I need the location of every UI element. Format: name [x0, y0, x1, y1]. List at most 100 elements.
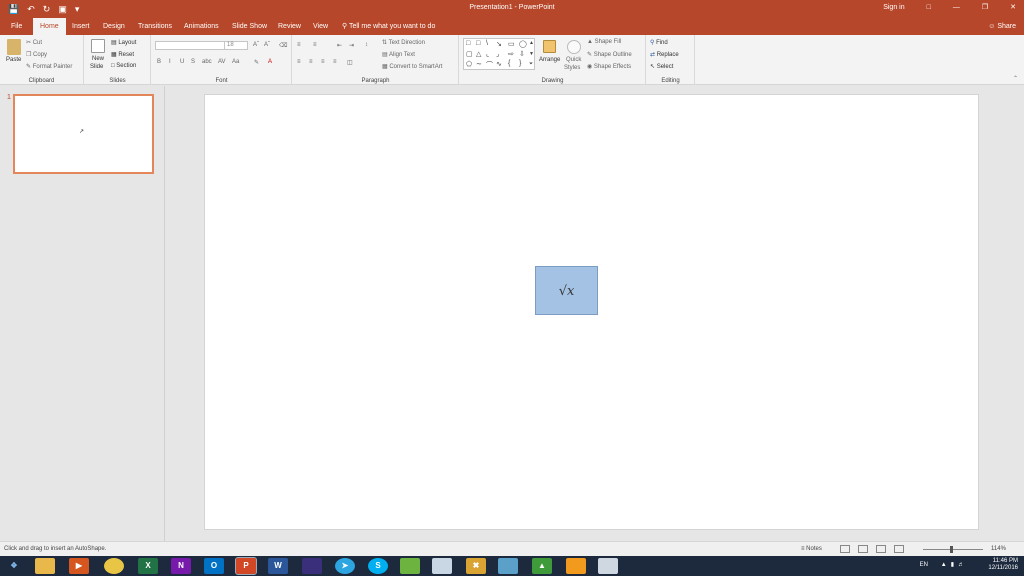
layout-button[interactable]: ▤ Layout	[111, 39, 136, 46]
section-button[interactable]: □ Section	[111, 63, 136, 69]
clear-formatting-icon[interactable]: ⌫	[279, 42, 287, 49]
character-spacing-icon[interactable]: AV	[218, 59, 226, 65]
slide-sorter-view-icon[interactable]	[858, 545, 868, 553]
tab-transitions[interactable]: Transitions	[138, 18, 172, 35]
chrome-icon[interactable]	[104, 558, 124, 574]
app-frog-icon[interactable]	[400, 558, 420, 574]
file-explorer-icon[interactable]	[35, 558, 55, 574]
freeform-shape-icon[interactable]: ⬠	[466, 60, 472, 68]
align-text-button[interactable]: ▤ Align Text	[382, 51, 415, 58]
strikethrough-button[interactable]: abc	[202, 59, 212, 65]
numbering-icon[interactable]: ≡	[313, 42, 317, 48]
app-green-icon[interactable]: ▲	[532, 558, 552, 574]
powerpoint-icon[interactable]: P	[235, 557, 257, 575]
tab-file[interactable]: File	[11, 18, 22, 35]
underline-button[interactable]: U	[180, 59, 184, 65]
minimize-icon[interactable]: —	[953, 4, 960, 11]
arc-shape-icon[interactable]: ⌒	[486, 60, 493, 70]
font-color-icon[interactable]: A	[268, 59, 272, 65]
app-tool-icon[interactable]	[598, 558, 618, 574]
reading-view-icon[interactable]	[876, 545, 886, 553]
app-book-icon[interactable]	[498, 558, 518, 574]
font-name-field[interactable]	[155, 41, 225, 50]
gallery-scroll-down-icon[interactable]: ▼	[529, 51, 534, 57]
quick-styles-icon[interactable]	[567, 40, 581, 54]
zoom-level[interactable]: 114%	[991, 546, 1006, 552]
tell-me-box[interactable]: ⚲ Tell me what you want to do	[342, 18, 435, 35]
tab-animations[interactable]: Animations	[184, 18, 219, 35]
clock-date[interactable]: 12/11/2016	[988, 565, 1018, 572]
gallery-more-icon[interactable]: ⏷	[529, 61, 533, 67]
show-hidden-icon[interactable]: ▲	[941, 562, 951, 568]
normal-view-icon[interactable]	[840, 545, 850, 553]
sign-in-link[interactable]: Sign in	[883, 4, 904, 11]
app-doc-icon[interactable]	[432, 558, 452, 574]
close-icon[interactable]: ✕	[1010, 3, 1016, 11]
highlight-icon[interactable]: ✎	[254, 59, 259, 66]
volume-icon[interactable]: ♬	[958, 562, 968, 568]
shapes-gallery[interactable]: □ □ \ ↘ ▭ ◯ ▢ △ ⌞ ⌟ ⇨ ⇩ ⬠ ∼ ⌒ ∿ { } ▲ ▼ …	[463, 38, 535, 70]
decrease-indent-icon[interactable]: ⇤	[337, 42, 342, 49]
arrange-button[interactable]: Arrange	[539, 57, 560, 63]
convert-smartart-button[interactable]: ▦ Convert to SmartArt	[382, 63, 442, 70]
increase-indent-icon[interactable]: ⇥	[349, 42, 354, 49]
tab-slide-show[interactable]: Slide Show	[232, 18, 267, 35]
share-button[interactable]: ☺ Share	[988, 18, 1016, 35]
line-shape-icon[interactable]: \	[486, 40, 488, 47]
replace-button[interactable]: ⇄ Replace	[650, 51, 679, 58]
new-slide-icon[interactable]	[91, 39, 105, 53]
brace-shape-icon[interactable]: {	[508, 60, 510, 67]
bullets-icon[interactable]: ≡	[297, 42, 301, 48]
curve-shape-icon[interactable]: ∼	[476, 60, 482, 68]
arrow-line-shape-icon[interactable]: ↘	[496, 40, 502, 48]
oval-shape-icon[interactable]: ◯	[519, 40, 527, 48]
zoom-slider-thumb[interactable]	[950, 546, 953, 553]
bold-button[interactable]: B	[157, 59, 161, 65]
start-icon[interactable]: ❖	[4, 558, 24, 574]
media-player-icon[interactable]: ▶	[69, 558, 89, 574]
new-slide-label-1[interactable]: New	[92, 56, 104, 62]
arrange-icon[interactable]	[543, 40, 556, 53]
restore-icon[interactable]: ❐	[982, 3, 988, 11]
quick-styles-label-2[interactable]: Styles	[564, 65, 580, 71]
find-button[interactable]: ⚲ Find	[650, 39, 668, 46]
zoom-slider[interactable]	[923, 549, 983, 550]
slide-thumbnail[interactable]: ↗	[13, 94, 154, 174]
wave-shape-icon[interactable]: ∿	[496, 60, 502, 68]
shape-effects-button[interactable]: ◉ Shape Effects	[587, 63, 631, 70]
collapse-ribbon-icon[interactable]: ⌃	[1013, 75, 1018, 82]
right-arrow-shape-icon[interactable]: ⇨	[508, 50, 514, 58]
down-arrow-shape-icon[interactable]: ⇩	[519, 50, 525, 58]
notes-button[interactable]: ≡ Notes	[801, 546, 822, 552]
shadow-button[interactable]: S	[191, 59, 195, 65]
app-orange-icon[interactable]	[566, 558, 586, 574]
cut-button[interactable]: ✂ Cut	[26, 39, 42, 46]
word-icon[interactable]: W	[268, 558, 288, 574]
excel-icon[interactable]: X	[138, 558, 158, 574]
copy-button[interactable]: ❐ Copy	[26, 51, 47, 58]
app-purple-icon[interactable]	[302, 558, 322, 574]
font-size-field[interactable]: 18	[224, 41, 248, 50]
quick-styles-label-1[interactable]: Quick	[566, 57, 581, 63]
brace-right-shape-icon[interactable]: }	[519, 60, 521, 67]
textbox-shape-icon[interactable]: □	[466, 40, 470, 47]
paste-button[interactable]: Paste	[6, 57, 21, 63]
shape-outline-button[interactable]: ✎ Shape Outline	[587, 51, 632, 58]
paste-icon[interactable]	[7, 39, 21, 55]
tab-review[interactable]: Review	[278, 18, 301, 35]
tab-home[interactable]: Home	[33, 18, 66, 35]
align-left-icon[interactable]: ≡	[297, 59, 301, 65]
triangle-shape-icon[interactable]: △	[476, 50, 481, 58]
elbow-arrow-shape-icon[interactable]: ⌟	[496, 50, 499, 58]
tab-insert[interactable]: Insert	[72, 18, 90, 35]
text-direction-button[interactable]: ⇅ Text Direction	[382, 39, 425, 46]
tab-design[interactable]: Design	[103, 18, 125, 35]
gallery-scroll-up-icon[interactable]: ▲	[529, 40, 534, 46]
tray-icons[interactable]: ▲▮♬	[941, 562, 968, 569]
format-painter-button[interactable]: ✎ Format Painter	[26, 63, 72, 70]
justify-icon[interactable]: ≡	[333, 59, 337, 65]
change-case-button[interactable]: Aa	[232, 59, 239, 65]
onenote-icon[interactable]: N	[171, 558, 191, 574]
select-button[interactable]: ↖ Select	[650, 63, 673, 70]
grow-font-icon[interactable]: Aˆ	[253, 42, 259, 48]
